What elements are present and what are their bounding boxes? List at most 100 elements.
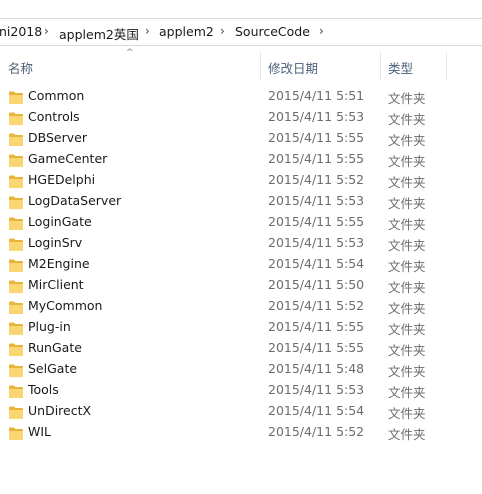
file-type: 文件夹 (388, 406, 426, 421)
file-modified-date: 2015/4/11 5:55 (268, 151, 365, 166)
file-modified-date: 2015/4/11 5:55 (268, 130, 365, 145)
folder-icon (9, 362, 23, 377)
file-type: 文件夹 (388, 280, 426, 295)
folder-icon (9, 194, 23, 209)
column-divider[interactable] (380, 52, 381, 80)
file-modified-date: 2015/4/11 5:50 (268, 277, 365, 292)
chevron-right-icon[interactable]: › (319, 24, 324, 38)
file-name: DBServer (28, 130, 87, 145)
breadcrumb-item[interactable]: SourceCode (235, 24, 310, 39)
file-type: 文件夹 (388, 238, 426, 253)
file-modified-date: 2015/4/11 5:52 (268, 172, 365, 187)
folder-icon (9, 110, 23, 125)
file-type: 文件夹 (388, 301, 426, 316)
file-modified-date: 2015/4/11 5:54 (268, 256, 365, 271)
file-name: MirClient (28, 277, 84, 292)
file-modified-date: 2015/4/11 5:55 (268, 319, 365, 334)
file-row[interactable]: Tools 2015/4/11 5:53 文件夹 (0, 379, 482, 400)
sort-up-icon: ^ (126, 48, 134, 58)
file-row[interactable]: UnDirectX 2015/4/11 5:54 文件夹 (0, 400, 482, 421)
file-row[interactable]: LoginGate 2015/4/11 5:55 文件夹 (0, 211, 482, 232)
folder-icon (9, 425, 23, 440)
file-modified-date: 2015/4/11 5:51 (268, 88, 365, 103)
file-row[interactable]: GameCenter 2015/4/11 5:55 文件夹 (0, 148, 482, 169)
file-modified-date: 2015/4/11 5:52 (268, 298, 365, 313)
file-name: Common (28, 88, 85, 103)
file-type: 文件夹 (388, 259, 426, 274)
address-bar[interactable]: ni2018 › applem2英国 › applem2 › SourceCod… (0, 18, 482, 46)
file-type: 文件夹 (388, 364, 426, 379)
file-name: Controls (28, 109, 80, 124)
folder-icon (9, 320, 23, 335)
column-header-name[interactable]: 名称 (8, 58, 33, 77)
file-row[interactable]: HGEDelphi 2015/4/11 5:52 文件夹 (0, 169, 482, 190)
breadcrumb-item[interactable]: applem2 (159, 24, 214, 39)
breadcrumb-item[interactable]: applem2英国 (59, 24, 139, 43)
folder-icon (9, 173, 23, 188)
column-header-row: ^ 名称 修改日期 类型 (0, 48, 482, 80)
file-modified-date: 2015/4/11 5:55 (268, 214, 365, 229)
file-row[interactable]: Plug-in 2015/4/11 5:55 文件夹 (0, 316, 482, 337)
folder-icon (9, 341, 23, 356)
file-modified-date: 2015/4/11 5:52 (268, 424, 365, 439)
folder-icon (9, 383, 23, 398)
folder-icon (9, 131, 23, 146)
file-type: 文件夹 (388, 196, 426, 211)
file-name: LoginSrv (28, 235, 83, 250)
file-row[interactable]: MyCommon 2015/4/11 5:52 文件夹 (0, 295, 482, 316)
folder-icon (9, 152, 23, 167)
folder-icon (9, 257, 23, 272)
column-divider[interactable] (260, 52, 261, 80)
file-row[interactable]: WIL 2015/4/11 5:52 文件夹 (0, 421, 482, 442)
file-modified-date: 2015/4/11 5:53 (268, 382, 365, 397)
file-type: 文件夹 (388, 343, 426, 358)
file-type: 文件夹 (388, 322, 426, 337)
file-row[interactable]: M2Engine 2015/4/11 5:54 文件夹 (0, 253, 482, 274)
file-row[interactable]: SelGate 2015/4/11 5:48 文件夹 (0, 358, 482, 379)
folder-icon (9, 236, 23, 251)
file-name: LoginGate (28, 214, 92, 229)
file-name: LogDataServer (28, 193, 122, 208)
file-type: 文件夹 (388, 427, 426, 442)
file-row[interactable]: LogDataServer 2015/4/11 5:53 文件夹 (0, 190, 482, 211)
file-row[interactable]: RunGate 2015/4/11 5:55 文件夹 (0, 337, 482, 358)
file-row[interactable]: DBServer 2015/4/11 5:55 文件夹 (0, 127, 482, 148)
column-header-date[interactable]: 修改日期 (268, 58, 318, 77)
file-name: Tools (28, 382, 59, 397)
chevron-right-icon[interactable]: › (145, 24, 150, 38)
file-type: 文件夹 (388, 385, 426, 400)
file-name: WIL (28, 424, 52, 439)
file-name: UnDirectX (28, 403, 92, 418)
file-name: SelGate (28, 361, 78, 376)
folder-icon (9, 215, 23, 230)
breadcrumb-item[interactable]: ni2018 (0, 24, 42, 39)
column-header-type[interactable]: 类型 (388, 58, 413, 77)
chevron-right-icon[interactable]: › (44, 24, 49, 38)
file-modified-date: 2015/4/11 5:53 (268, 193, 365, 208)
column-divider[interactable] (446, 52, 447, 80)
folder-icon (9, 299, 23, 314)
file-modified-date: 2015/4/11 5:53 (268, 235, 365, 250)
file-type: 文件夹 (388, 154, 426, 169)
file-row[interactable]: MirClient 2015/4/11 5:50 文件夹 (0, 274, 482, 295)
file-row[interactable]: Controls 2015/4/11 5:53 文件夹 (0, 106, 482, 127)
file-type: 文件夹 (388, 112, 426, 127)
file-name: HGEDelphi (28, 172, 96, 187)
file-name: RunGate (28, 340, 82, 355)
file-name: Plug-in (28, 319, 71, 334)
file-row[interactable]: LoginSrv 2015/4/11 5:53 文件夹 (0, 232, 482, 253)
file-modified-date: 2015/4/11 5:55 (268, 340, 365, 355)
file-type: 文件夹 (388, 175, 426, 190)
file-type: 文件夹 (388, 91, 426, 106)
file-name: MyCommon (28, 298, 103, 313)
file-name: GameCenter (28, 151, 108, 166)
file-name: M2Engine (28, 256, 90, 271)
file-type: 文件夹 (388, 133, 426, 148)
chevron-right-icon[interactable]: › (220, 24, 225, 38)
folder-icon (9, 278, 23, 293)
folder-icon (9, 89, 23, 104)
file-type: 文件夹 (388, 217, 426, 232)
folder-icon (9, 404, 23, 419)
file-modified-date: 2015/4/11 5:54 (268, 403, 365, 418)
file-row[interactable]: Common 2015/4/11 5:51 文件夹 (0, 85, 482, 106)
